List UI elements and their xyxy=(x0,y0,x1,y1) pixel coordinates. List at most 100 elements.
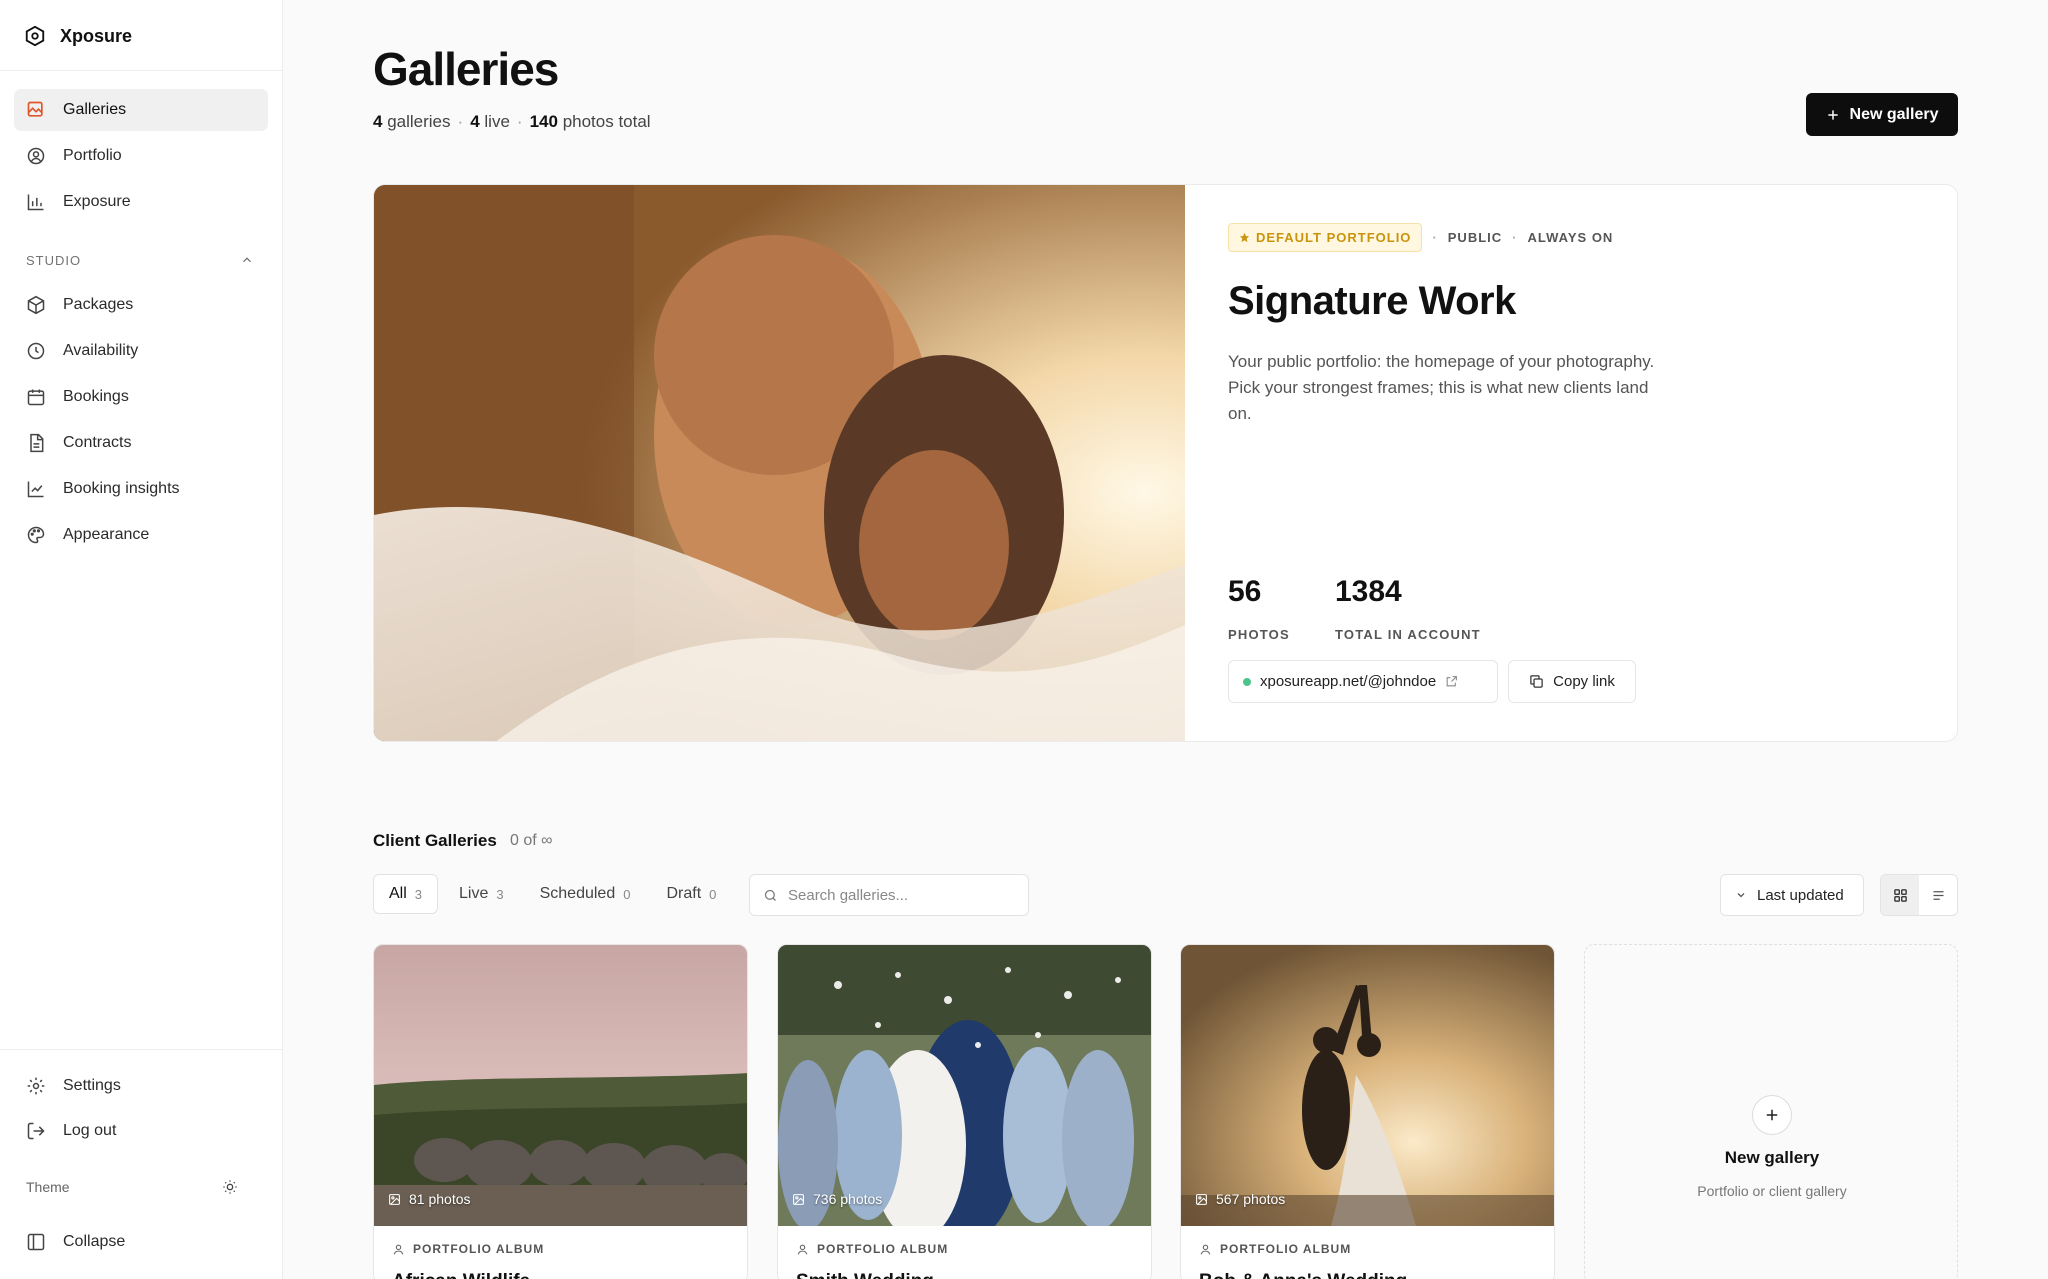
hero-tags: DEFAULT PORTFOLIO · PUBLIC · ALWAYS ON xyxy=(1228,223,1613,252)
galleries-count: 4 xyxy=(373,112,383,131)
plus-icon xyxy=(1766,1109,1778,1121)
tab-all[interactable]: All 3 xyxy=(373,874,439,914)
sun-icon[interactable] xyxy=(222,1179,238,1195)
sidebar-item-bookings[interactable]: Bookings xyxy=(14,376,268,418)
sidebar-item-galleries[interactable]: Galleries xyxy=(14,89,268,131)
external-link-icon xyxy=(1446,676,1458,687)
tab-live[interactable]: Live 3 xyxy=(444,874,519,914)
sidebar: Xposure Galleries Portfolio Exposure STU… xyxy=(0,0,283,1279)
photo-count: 567 photos xyxy=(1195,1191,1285,1207)
gear-icon xyxy=(27,1077,45,1095)
portfolio-url-link[interactable]: xposureapp.net/@johndoe xyxy=(1228,660,1498,703)
add-gallery-button[interactable] xyxy=(1752,1095,1792,1135)
image-icon xyxy=(1196,1193,1207,1205)
sort-label: Last updated xyxy=(1757,886,1844,904)
sidebar-item-label: Portfolio xyxy=(63,147,122,164)
separator-dot: · xyxy=(1512,230,1518,245)
copy-link-button[interactable]: Copy link xyxy=(1508,660,1636,703)
sidebar-item-label: Settings xyxy=(63,1077,121,1094)
new-gallery-label: New gallery xyxy=(1849,105,1939,123)
photo-count: 736 photos xyxy=(792,1191,882,1207)
filter-tabs: All 3 Live 3 Scheduled 0 Draft 0 xyxy=(373,874,731,914)
app-name: Xposure xyxy=(60,25,133,46)
total-stat-label: TOTAL IN ACCOUNT xyxy=(1335,627,1481,642)
theme-row: Theme xyxy=(26,1179,238,1195)
logo-hexagon-icon xyxy=(25,25,45,47)
new-gallery-card[interactable]: New gallery Portfolio or client gallery xyxy=(1584,944,1958,1279)
gallery-cover xyxy=(1181,945,1554,1226)
tab-draft[interactable]: Draft 0 xyxy=(651,874,731,914)
sidebar-item-appearance[interactable]: Appearance xyxy=(14,514,268,556)
image-icon xyxy=(793,1193,804,1205)
brand[interactable]: Xposure xyxy=(24,22,132,50)
grid-view-button[interactable] xyxy=(1881,875,1919,915)
visibility-tag: PUBLIC xyxy=(1447,230,1503,245)
sidebar-item-portfolio[interactable]: Portfolio xyxy=(14,135,268,177)
sidebar-item-label: Bookings xyxy=(63,388,129,405)
gallery-type-label: PORTFOLIO ALBUM xyxy=(817,1242,949,1256)
gallery-card[interactable]: 81 photos PORTFOLIO ALBUM African Wildli… xyxy=(373,944,748,1279)
document-icon xyxy=(30,433,44,453)
couple-photo-illustration xyxy=(374,185,1185,741)
client-galleries-count: 0 of ∞ xyxy=(510,832,553,849)
gallery-card[interactable]: 736 photos PORTFOLIO ALBUM Smith Wedding xyxy=(777,944,1152,1279)
photos-stat-label: PHOTOS xyxy=(1228,627,1290,642)
separator-dot: · xyxy=(1432,230,1438,245)
sidebar-item-availability[interactable]: Availability xyxy=(14,330,268,372)
sidebar-item-label: Galleries xyxy=(63,101,127,118)
chevron-down-icon xyxy=(1737,893,1745,898)
sidebar-item-exposure[interactable]: Exposure xyxy=(14,181,268,223)
divider xyxy=(0,70,283,71)
tab-scheduled[interactable]: Scheduled 0 xyxy=(525,874,646,914)
sidebar-item-label: Contracts xyxy=(63,434,132,451)
user-icon xyxy=(393,1244,404,1255)
search-box xyxy=(749,874,1029,916)
portfolio-title: Signature Work xyxy=(1228,279,1516,323)
photos-count: 140 xyxy=(529,112,558,131)
logout-icon xyxy=(27,1122,45,1140)
palette-icon xyxy=(27,526,45,544)
gallery-type: PORTFOLIO ALBUM xyxy=(392,1242,544,1256)
default-portfolio-card: DEFAULT PORTFOLIO · PUBLIC · ALWAYS ON S… xyxy=(373,184,1958,742)
separator-dot: · xyxy=(516,112,523,131)
gallery-type-label: PORTFOLIO ALBUM xyxy=(413,1242,545,1256)
tab-count: 3 xyxy=(414,886,423,902)
sidebar-item-contracts[interactable]: Contracts xyxy=(14,422,268,464)
sidebar-item-settings[interactable]: Settings xyxy=(14,1065,268,1107)
sort-dropdown[interactable]: Last updated xyxy=(1720,874,1864,916)
collapse-button[interactable]: Collapse xyxy=(14,1221,268,1263)
chevron-up-icon[interactable] xyxy=(240,253,254,267)
search-input[interactable] xyxy=(788,886,1008,904)
tab-count: 0 xyxy=(709,886,717,902)
package-icon xyxy=(27,295,45,315)
sidebar-collapse-icon xyxy=(27,1233,45,1251)
tab-count: 0 xyxy=(623,886,631,902)
photos-stat-value: 56 xyxy=(1228,575,1262,608)
portfolio-description: Your public portfolio: the homepage of y… xyxy=(1228,352,1655,423)
elephants-photo-illustration xyxy=(374,945,747,1226)
user-circle-icon xyxy=(27,147,45,165)
portfolio-url: xposureapp.net/@johndoe xyxy=(1260,673,1437,690)
sidebar-item-logout[interactable]: Log out xyxy=(14,1110,268,1152)
sidebar-item-booking-insights[interactable]: Booking insights xyxy=(14,468,268,510)
gallery-card[interactable]: 567 photos PORTFOLIO ALBUM Bob & Anna's … xyxy=(1180,944,1555,1279)
sidebar-item-label: Log out xyxy=(63,1122,117,1139)
hero-photo[interactable] xyxy=(374,185,1185,741)
new-gallery-button[interactable]: New gallery xyxy=(1806,93,1958,136)
tab-label: Scheduled xyxy=(539,885,616,902)
list-icon xyxy=(1933,890,1943,900)
sidebar-item-packages[interactable]: Packages xyxy=(14,284,268,326)
hero-info: DEFAULT PORTFOLIO · PUBLIC · ALWAYS ON S… xyxy=(1228,185,1957,741)
gallery-icon xyxy=(27,101,43,117)
galleries-label: galleries xyxy=(387,112,451,131)
new-gallery-subtitle: Portfolio or client gallery xyxy=(1697,1183,1847,1199)
total-stat-value: 1384 xyxy=(1335,575,1402,608)
bar-chart-icon xyxy=(27,194,44,211)
search-icon xyxy=(764,889,776,901)
copy-icon xyxy=(1530,675,1543,688)
list-view-button[interactable] xyxy=(1919,875,1957,915)
page-title: Galleries xyxy=(373,43,559,95)
sidebar-item-label: Packages xyxy=(63,296,134,313)
line-chart-icon xyxy=(27,481,44,498)
user-icon xyxy=(797,1244,808,1255)
